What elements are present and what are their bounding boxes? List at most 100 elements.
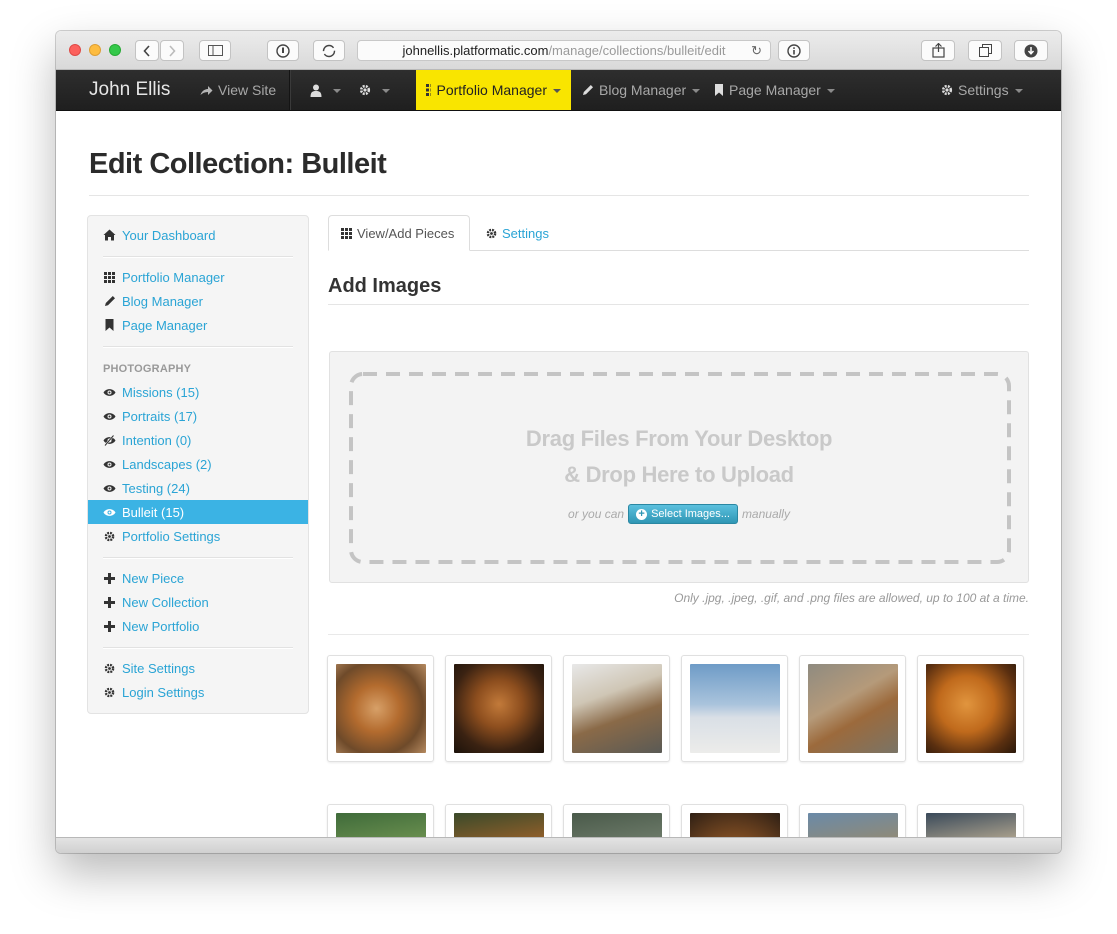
sidebar-item-dashboard[interactable]: Your Dashboard [88, 223, 308, 247]
user-menu[interactable] [310, 70, 341, 110]
browser-bottom-edge [56, 837, 1061, 853]
sidebar-divider [103, 256, 293, 257]
sidebar-item-new-portfolio[interactable]: New Portfolio [88, 614, 308, 638]
caret-down-icon [553, 89, 561, 93]
thumbnails-divider [328, 634, 1029, 635]
tab-view-add-pieces[interactable]: View/Add Pieces [328, 215, 470, 251]
piece-thumbnail[interactable] [681, 655, 788, 762]
pencil-icon [583, 85, 593, 95]
sidebar-item-portfolio-manager[interactable]: Portfolio Manager [88, 265, 308, 289]
sidebar-item-label: Your Dashboard [122, 227, 216, 243]
sidebar-item-label: Portfolio Settings [122, 528, 221, 544]
gear-menu[interactable] [359, 70, 390, 110]
grid-icon [103, 271, 116, 283]
sidebar-item-blog-manager[interactable]: Blog Manager [88, 289, 308, 313]
reload-icon[interactable]: ↻ [751, 43, 762, 59]
gear-icon [103, 663, 116, 674]
dog-photo [926, 664, 1016, 753]
forward-button[interactable] [160, 40, 184, 61]
portfolio-manager-label: Portfolio Manager [436, 82, 547, 98]
blog-manager-nav[interactable]: Blog Manager [582, 70, 701, 110]
browser-toolbar: johnellis.platformatic.com/manage/collec… [56, 31, 1061, 70]
sidebar-divider [103, 346, 293, 347]
sidebar-item-site-settings[interactable]: Site Settings [88, 656, 308, 680]
manually-text: manually [741, 507, 790, 521]
brand-name[interactable]: John Ellis [89, 79, 170, 101]
piece-thumbnail[interactable] [917, 655, 1024, 762]
tabs-button[interactable] [968, 40, 1002, 61]
sidebar-item-collection[interactable]: Landscapes (2) [88, 452, 308, 476]
reader-button[interactable] [778, 40, 810, 61]
sidebar-item-collection[interactable]: Missions (15) [88, 380, 308, 404]
sidebar-item-collection[interactable]: Testing (24) [88, 476, 308, 500]
settings-nav[interactable]: Settings [941, 70, 1023, 110]
tabs-icon [978, 44, 992, 57]
zoom-window-button[interactable] [109, 44, 121, 56]
plus-icon [103, 620, 116, 632]
sidebar-item-label: Login Settings [122, 684, 205, 700]
share-icon [931, 43, 945, 58]
home-icon [103, 229, 116, 241]
url-path: /manage/collections/bulleit/edit [548, 43, 726, 58]
caret-down-icon [333, 89, 341, 93]
back-button[interactable] [135, 40, 159, 61]
sidebar-item-portfolio-settings[interactable]: Portfolio Settings [88, 524, 308, 548]
sidebar-icon [207, 45, 223, 56]
sidebar-item-label: Site Settings [122, 660, 195, 676]
sidebar-section-header: PHOTOGRAPHY [103, 363, 192, 375]
page-manager-nav[interactable]: Page Manager [714, 70, 835, 110]
eye-icon [103, 484, 116, 493]
dropzone-instruction-line2: & Drop Here to Upload [564, 462, 794, 487]
file-type-note: Only .jpg, .jpeg, .gif, and .png files a… [674, 591, 1029, 605]
chevron-left-icon [143, 44, 150, 57]
piece-thumbnail[interactable] [327, 655, 434, 762]
gear-icon [486, 228, 497, 238]
password-icon [276, 43, 290, 58]
select-images-button[interactable]: + Select Images... [628, 504, 738, 524]
sidebar-item-new-piece[interactable]: New Piece [88, 566, 308, 590]
close-window-button[interactable] [69, 44, 81, 56]
downloads-button[interactable] [1014, 40, 1048, 61]
address-bar[interactable]: johnellis.platformatic.com/manage/collec… [357, 40, 771, 61]
password-button[interactable] [267, 40, 299, 61]
sidebar-item-label: Bulleit (15) [122, 504, 185, 520]
view-site-link[interactable]: View Site [200, 70, 276, 110]
sidebar-item-new-collection[interactable]: New Collection [88, 590, 308, 614]
sidebar-item-label: Intention (0) [122, 432, 192, 448]
pencil-icon [103, 295, 116, 307]
select-images-label: Select Images... [651, 508, 730, 520]
share-button[interactable] [921, 40, 955, 61]
chevron-right-icon [169, 44, 176, 57]
blog-manager-label: Blog Manager [599, 82, 687, 98]
dog-photo [336, 664, 426, 753]
sidebar-item-label: Page Manager [122, 317, 208, 333]
sidebar-item-label: Missions (15) [122, 384, 200, 400]
bookmark-icon [103, 319, 116, 331]
sidebar-item-collection[interactable]: Portraits (17) [88, 404, 308, 428]
sidebar-item-label: New Piece [122, 570, 185, 586]
sidebar-toggle-button[interactable] [199, 40, 231, 61]
plus-icon [103, 596, 116, 608]
piece-thumbnail[interactable] [445, 655, 552, 762]
sidebar-item-collection-active[interactable]: Bulleit (15) [88, 500, 308, 524]
plus-circle-icon: + [636, 508, 648, 520]
portfolio-manager-nav[interactable]: Portfolio Manager [416, 70, 571, 110]
sidebar-item-label: Testing (24) [122, 480, 190, 496]
piece-thumbnail[interactable] [799, 655, 906, 762]
sidebar-item-page-manager[interactable]: Page Manager [88, 313, 308, 337]
view-site-label: View Site [218, 82, 277, 98]
app-navbar: John Ellis View Site Portfolio Manager B… [56, 70, 1061, 111]
sidebar-item-login-settings[interactable]: Login Settings [88, 680, 308, 704]
upload-dropzone[interactable]: Drag Files From Your Desktop & Drop Here… [329, 351, 1029, 583]
section-divider [328, 304, 1029, 305]
page-manager-label: Page Manager [729, 82, 821, 98]
sync-icon [322, 44, 336, 57]
gear-icon [103, 687, 116, 698]
tab-label: Settings [502, 225, 549, 241]
minimize-window-button[interactable] [89, 44, 101, 56]
piece-thumbnail[interactable] [563, 655, 670, 762]
tab-settings[interactable]: Settings [474, 215, 561, 251]
sidebar-item-collection[interactable]: Intention (0) [88, 428, 308, 452]
caret-down-icon [692, 89, 701, 93]
sync-button[interactable] [313, 40, 345, 61]
